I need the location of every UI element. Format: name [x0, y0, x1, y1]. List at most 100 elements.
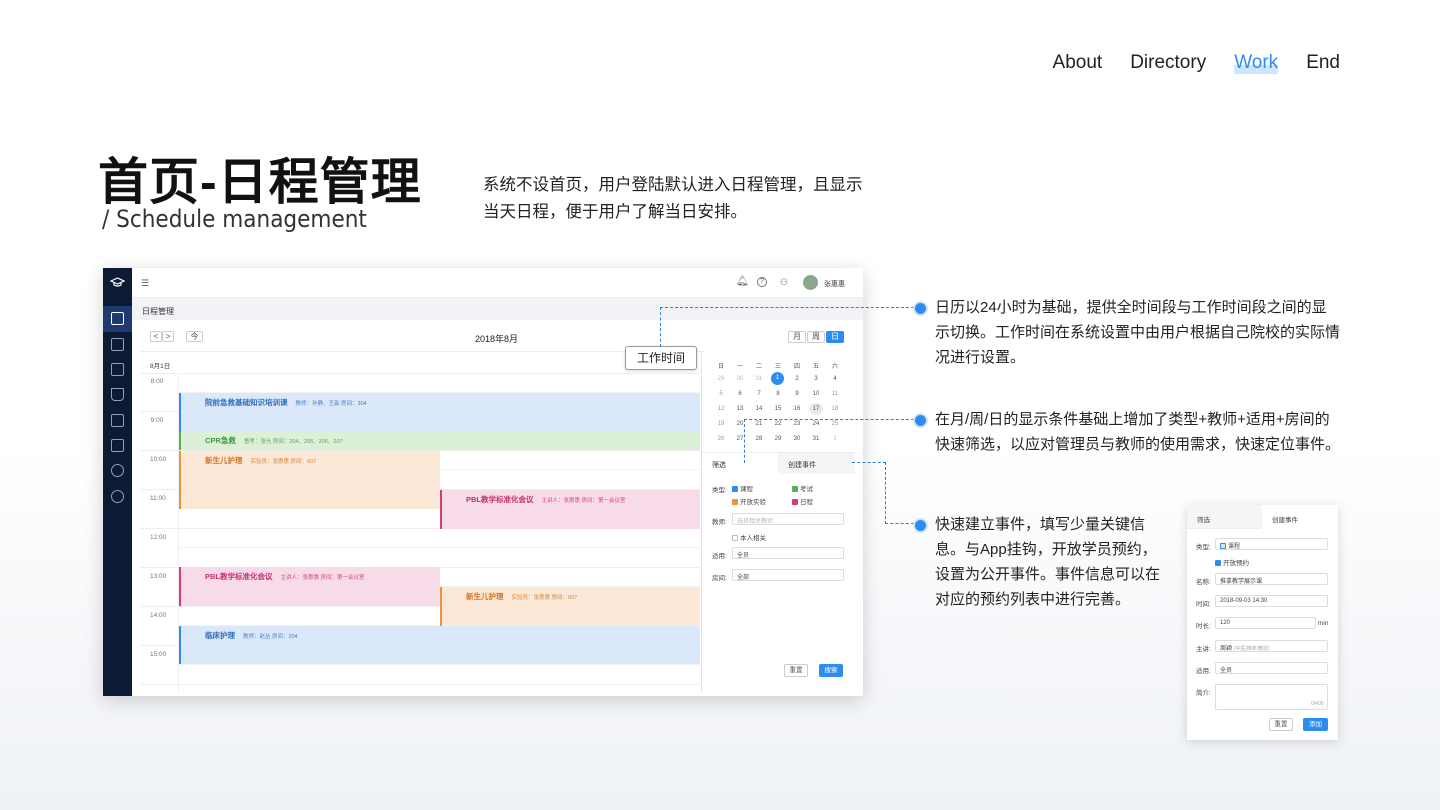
callout-dot: [913, 413, 928, 428]
callout-dot: [913, 301, 928, 316]
intro-text: 系统不设首页，用户登陆默认进入日程管理，且显示当天日程，便于用户了解当日安排。: [483, 176, 863, 221]
users-icon[interactable]: [111, 464, 124, 477]
tab-filter[interactable]: 筛选: [1197, 514, 1210, 524]
day-cell[interactable]: 9: [790, 391, 804, 397]
month-title: 2018年8月: [475, 334, 519, 344]
time-label: 时间:: [1196, 601, 1211, 608]
time-label: 15:00: [150, 651, 167, 658]
nav-directory[interactable]: Directory: [1130, 52, 1206, 74]
type-select[interactable]: 课程: [1215, 538, 1328, 550]
tab-create-event[interactable]: 创建事件: [1262, 505, 1338, 529]
day-cell[interactable]: 3: [809, 376, 823, 382]
duration-label: 时长:: [1196, 623, 1211, 630]
day-cell[interactable]: 8: [771, 391, 785, 397]
time-label: 9:00: [150, 417, 164, 424]
user-name[interactable]: 张惠惠: [824, 279, 845, 289]
gear-icon[interactable]: [111, 490, 124, 503]
type-label: 类型:: [712, 487, 727, 494]
time-label: 10:00: [150, 456, 167, 463]
room-select[interactable]: 全部: [732, 569, 844, 581]
next-button[interactable]: >: [162, 331, 174, 342]
name-field[interactable]: 推拿教学展示课: [1215, 573, 1328, 585]
type-option-exam[interactable]: 考试: [792, 483, 813, 493]
add-button[interactable]: 添加: [1303, 718, 1328, 731]
menu-toggle-icon[interactable]: ☰: [141, 278, 149, 289]
book-icon[interactable]: [111, 338, 124, 351]
open-booking-checkbox[interactable]: 开放预约: [1215, 557, 1249, 567]
day-cell[interactable]: 4: [828, 376, 842, 382]
avatar[interactable]: [803, 275, 818, 290]
type-option-schedule[interactable]: 日程: [792, 496, 813, 506]
day-cell[interactable]: 16: [790, 406, 804, 412]
day-cell[interactable]: 18: [828, 406, 842, 412]
day-cell[interactable]: 7: [752, 391, 766, 397]
day-cell[interactable]: 11: [828, 391, 842, 397]
day-cell[interactable]: 31: [752, 376, 766, 382]
speaker-value: 周颖: [1220, 646, 1233, 652]
type-select-value: 课程: [1228, 544, 1241, 550]
event-card[interactable]: CPR急救 督考：张允 房间：204、205、206、207: [179, 431, 700, 450]
day-cell[interactable]: 14: [752, 406, 766, 412]
weekday: 二: [755, 364, 762, 370]
type-option-course[interactable]: 课程: [732, 483, 753, 493]
day-cell-selected[interactable]: 1: [771, 372, 784, 385]
search-button[interactable]: 搜索: [819, 664, 843, 677]
teacher-select[interactable]: 选择相关教师: [732, 513, 844, 525]
day-cell[interactable]: 10: [809, 391, 823, 397]
bell-icon[interactable]: 🔔︎: [736, 276, 749, 287]
exam-icon[interactable]: [111, 414, 124, 427]
day-cell[interactable]: 12: [714, 406, 728, 412]
reset-button[interactable]: 重置: [784, 664, 808, 677]
day-cell[interactable]: 15: [771, 406, 785, 412]
day-cell[interactable]: 26: [714, 436, 728, 442]
event-card[interactable]: 临床护理 教师：赵丛 房间：204: [179, 626, 700, 664]
event-card[interactable]: PBL教学标准化会议 主讲人：张惠惠 房间：第一会议室: [179, 567, 440, 606]
help-icon[interactable]: ?: [757, 277, 767, 287]
prev-button[interactable]: <: [150, 331, 162, 342]
time-label: 11:00: [150, 495, 166, 502]
day-cell[interactable]: 5: [714, 391, 728, 397]
connector-line: [852, 462, 886, 463]
day-cell[interactable]: 13: [733, 406, 747, 412]
connector-line: [660, 307, 914, 347]
list-icon[interactable]: [111, 363, 124, 376]
contacts-icon[interactable]: ⚇: [780, 277, 788, 288]
note-quick-filter: 在月/周/日的显示条件基础上增加了类型+教师+适用+房间的快速筛选，以应对管理员…: [935, 411, 1341, 453]
event-meta: 主讲人：张惠惠 房间：第一会议室: [541, 498, 626, 504]
duration-stepper[interactable]: 120: [1215, 617, 1316, 629]
reset-button[interactable]: 重置: [1269, 718, 1293, 731]
app-topbar: ☰ 🔔︎ ? ⚇ 张惠惠: [132, 268, 863, 298]
day-cell[interactable]: 2: [790, 376, 804, 382]
event-meta: 教师：赵丛 房间：204: [243, 634, 298, 640]
event-card[interactable]: 院前急救基础知识培训课 教师：孙静、王淼 房间：304: [179, 393, 700, 431]
nav-about[interactable]: About: [1053, 52, 1103, 74]
apply-select[interactable]: 全员: [1215, 662, 1328, 674]
event-title: 新生儿护理: [466, 592, 504, 601]
event-card[interactable]: 新生儿护理 实验员：张惠惠 房间：607: [179, 451, 440, 509]
connector-line: [885, 462, 914, 524]
calendar-icon[interactable]: [111, 312, 124, 325]
day-cell[interactable]: 29: [714, 376, 728, 382]
day-cell[interactable]: 19: [714, 421, 728, 427]
date-label: 8月1日: [150, 363, 171, 370]
apply-label: 适用:: [1196, 668, 1211, 675]
speaker-select[interactable]: 周颖 (中医/推拿/教授): [1215, 640, 1328, 652]
page-title: 首页-日程管理: [98, 154, 422, 210]
open-booking-label: 开放预约: [1223, 560, 1249, 567]
self-related-checkbox[interactable]: 本人相关: [732, 532, 766, 542]
report-icon[interactable]: [111, 439, 124, 452]
day-cell[interactable]: 17: [809, 403, 823, 415]
flask-icon[interactable]: [111, 388, 124, 401]
apply-select[interactable]: 全员: [732, 547, 844, 559]
event-title: 新生儿护理: [205, 456, 243, 465]
event-card[interactable]: PBL教学标准化会议 主讲人：张惠惠 房间：第一会议室: [440, 490, 700, 529]
type-option-lab[interactable]: 开放实验: [732, 496, 766, 506]
nav-work[interactable]: Work: [1234, 52, 1279, 74]
today-button[interactable]: 今: [186, 331, 203, 342]
nav-end[interactable]: End: [1306, 52, 1340, 74]
day-cell[interactable]: 30: [733, 376, 747, 382]
time-field[interactable]: 2018-09-03 14:30: [1215, 595, 1328, 607]
day-cell[interactable]: 6: [733, 391, 747, 397]
type-label: 类型:: [1196, 544, 1211, 551]
event-card[interactable]: 新生儿护理 实验员：张惠惠 房间：607: [440, 587, 700, 626]
